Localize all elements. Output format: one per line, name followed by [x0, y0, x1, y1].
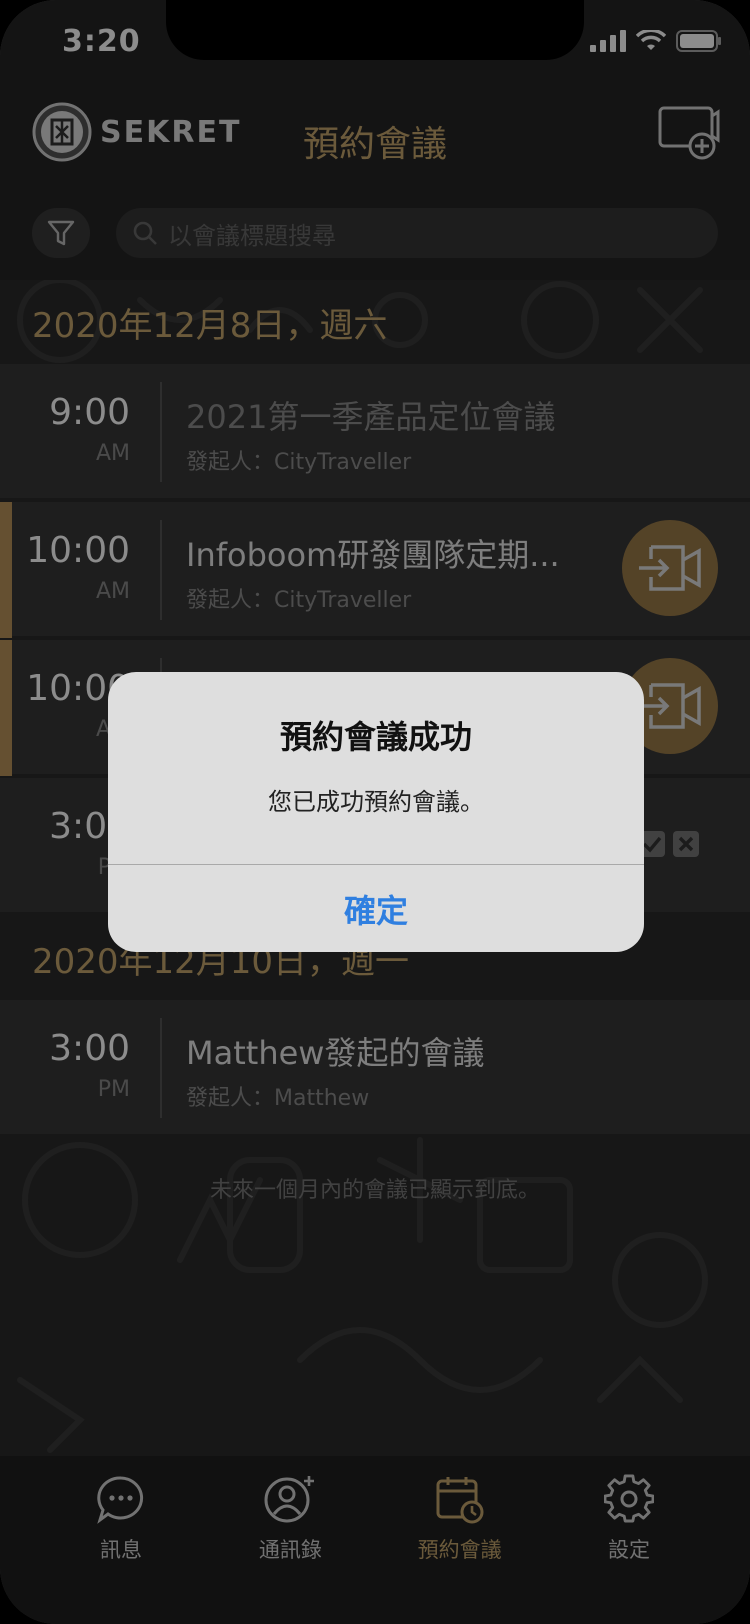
alert-title: 預約會議成功 [279, 718, 472, 756]
confirm-button[interactable]: 確定 [108, 865, 644, 952]
phone-screen: 3:20 SEKRET 預約會議 以會議標題搜尋 2020年12月8日，週六 9… [0, 0, 750, 1624]
alert-message: 您已成功預約會議。 [268, 788, 484, 816]
success-alert-dialog: 預約會議成功 您已成功預約會議。 確定 [108, 672, 644, 952]
